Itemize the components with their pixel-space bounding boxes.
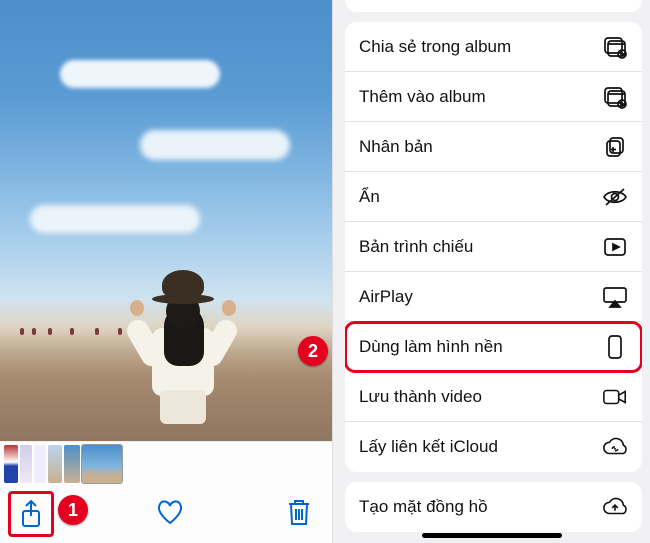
share-option-share-in-album[interactable]: Chia sẻ trong album bbox=[345, 22, 642, 72]
trash-icon bbox=[286, 497, 312, 527]
thumbnail[interactable] bbox=[4, 445, 18, 483]
duplicate-icon bbox=[602, 134, 628, 160]
annotation-badge-1: 1 bbox=[58, 495, 88, 525]
thumbnail[interactable] bbox=[20, 445, 32, 483]
favorite-button[interactable] bbox=[155, 498, 185, 531]
share-icon bbox=[19, 499, 43, 529]
phone-icon bbox=[602, 334, 628, 360]
share-option-label: Lưu thành video bbox=[359, 387, 482, 407]
airplay-icon bbox=[602, 284, 628, 310]
share-option-label: Thêm vào album bbox=[359, 87, 486, 107]
thumbnail-strip[interactable] bbox=[0, 441, 333, 485]
share-option-copy-photo[interactable]: Sao chép ảnh bbox=[345, 0, 642, 12]
share-option-label: Lấy liên kết iCloud bbox=[359, 437, 498, 457]
share-option-label: AirPlay bbox=[359, 287, 413, 307]
video-icon bbox=[602, 384, 628, 410]
share-option-hide[interactable]: Ẩn bbox=[345, 172, 642, 222]
share-option-label: Bản trình chiếu bbox=[359, 237, 473, 257]
album-share-icon bbox=[602, 34, 628, 60]
share-option-create-watch-face[interactable]: Tạo mặt đồng hồ bbox=[345, 482, 642, 532]
play-icon bbox=[602, 234, 628, 260]
photo-viewer: 1 2 bbox=[0, 0, 333, 543]
cloud-link-icon bbox=[602, 434, 628, 460]
share-button[interactable] bbox=[8, 491, 54, 537]
share-option-label: Nhân bản bbox=[359, 137, 433, 157]
annotation-badge-2: 2 bbox=[298, 336, 328, 366]
home-indicator[interactable] bbox=[422, 533, 562, 538]
share-option-use-as-wallpaper[interactable]: Dùng làm hình nền bbox=[345, 322, 642, 372]
share-option-label: Ẩn bbox=[359, 187, 380, 207]
share-option-duplicate[interactable]: Nhân bản bbox=[345, 122, 642, 172]
add-album-icon bbox=[602, 84, 628, 110]
share-option-label: Dùng làm hình nền bbox=[359, 337, 503, 357]
share-sheet[interactable]: Sao chép ảnh Chia sẻ trong album Thêm và… bbox=[333, 0, 650, 543]
photo-toolbar bbox=[0, 485, 333, 543]
hide-icon bbox=[602, 184, 628, 210]
thumbnail[interactable] bbox=[64, 445, 80, 483]
upload-cloud-icon bbox=[602, 494, 628, 520]
heart-icon bbox=[155, 498, 185, 526]
share-option-label: Tạo mặt đồng hồ bbox=[359, 497, 488, 517]
share-option-add-to-album[interactable]: Thêm vào album bbox=[345, 72, 642, 122]
share-option-label: Chia sẻ trong album bbox=[359, 37, 511, 57]
share-option-airplay[interactable]: AirPlay bbox=[345, 272, 642, 322]
thumbnail-current[interactable] bbox=[82, 445, 122, 483]
share-option-save-as-video[interactable]: Lưu thành video bbox=[345, 372, 642, 422]
thumbnail[interactable] bbox=[34, 445, 46, 483]
share-option-icloud-link[interactable]: Lấy liên kết iCloud bbox=[345, 422, 642, 472]
main-photo[interactable] bbox=[0, 0, 333, 441]
thumbnail[interactable] bbox=[48, 445, 62, 483]
share-option-slideshow[interactable]: Bản trình chiếu bbox=[345, 222, 642, 272]
delete-button[interactable] bbox=[286, 497, 312, 532]
